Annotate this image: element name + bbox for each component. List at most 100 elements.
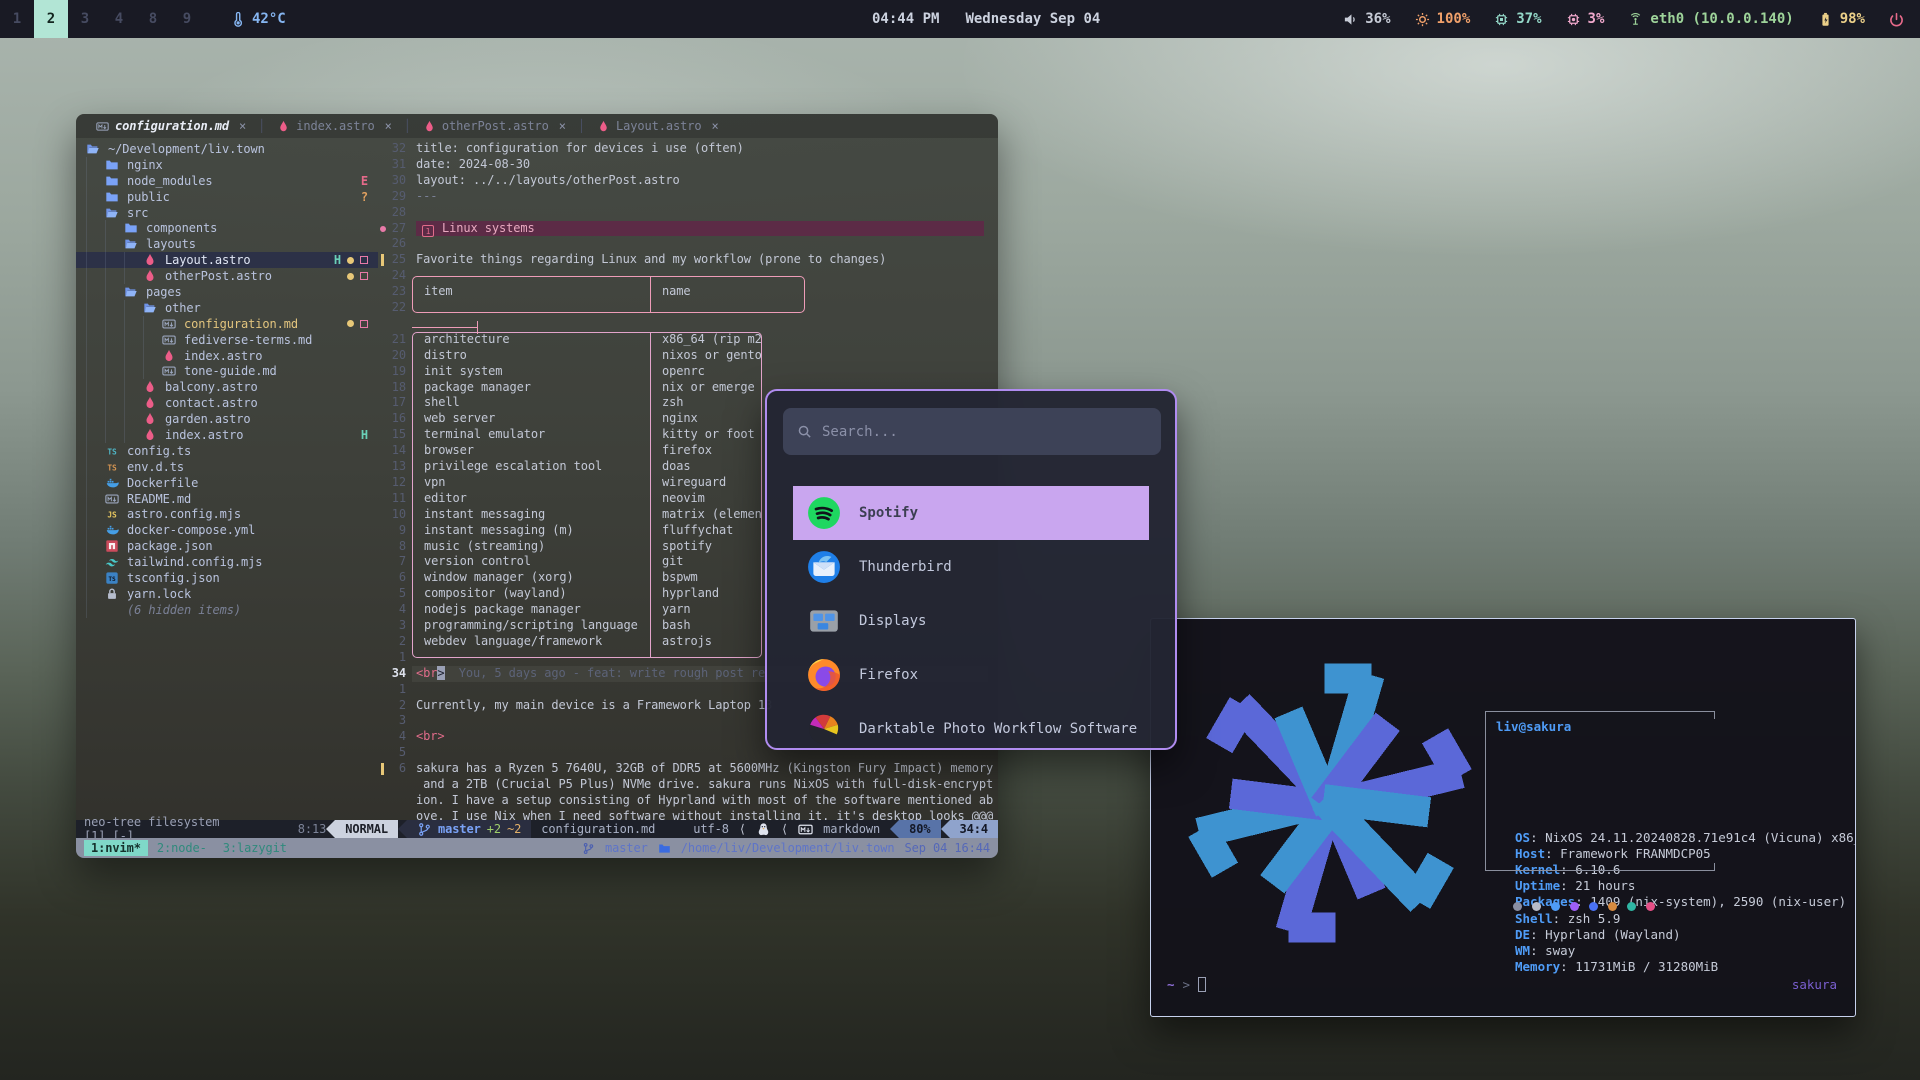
tree-item[interactable]: ~/Development/liv.town <box>76 141 378 157</box>
tree-item[interactable]: TSenv.d.ts <box>76 459 378 475</box>
workspace-8[interactable]: 8 <box>136 0 170 38</box>
line-text: ion. I have a setup consisting of Hyprla… <box>416 793 993 809</box>
tree-item[interactable]: yarn.lock <box>76 586 378 602</box>
workspace-9[interactable]: 9 <box>170 0 204 38</box>
fastfetch-terminal-window[interactable]: liv@sakura OS: NixOS 24.11.20240828.71e9… <box>1150 618 1856 1017</box>
tab-close-icon[interactable]: × <box>239 119 246 133</box>
editor-line[interactable]: 6sakura has a Ryzen 5 7640U, 32GB of DDR… <box>378 761 998 777</box>
tree-item[interactable]: index.astroH <box>76 427 378 443</box>
tab-Layout.astro[interactable]: Layout.astro× <box>587 114 729 138</box>
editor-line[interactable]: 31date: 2024-08-30 <box>378 157 998 173</box>
editor-line[interactable]: 23itemname <box>378 284 998 300</box>
battery-module[interactable]: 98% <box>1818 11 1865 27</box>
editor-line[interactable]: 25Favorite things regarding Linux and my… <box>378 252 998 268</box>
temperature-module[interactable]: 42°C <box>230 11 286 27</box>
editor-line[interactable]: ion. I have a setup consisting of Hyprla… <box>378 793 998 809</box>
modified-dot-icon <box>347 273 354 280</box>
launcher-search[interactable] <box>783 408 1161 455</box>
tab-otherPost.astro[interactable]: otherPost.astro× <box>413 114 576 138</box>
tree-item[interactable]: src <box>76 205 378 221</box>
tree-item[interactable]: pages <box>76 284 378 300</box>
gpu-module[interactable]: 3% <box>1566 11 1605 27</box>
tab-close-icon[interactable]: × <box>385 119 392 133</box>
tree-item[interactable]: tailwind.config.mjs <box>76 554 378 570</box>
editor-line[interactable]: 19init systemopenrc <box>378 364 998 380</box>
folder-open-icon <box>143 301 159 315</box>
tmux-window-1:nvim*[interactable]: 1:nvim* <box>84 840 148 856</box>
workspace-4[interactable]: 4 <box>102 0 136 38</box>
launcher-item-spotify[interactable]: Spotify <box>793 486 1149 540</box>
tree-item[interactable]: public? <box>76 189 378 205</box>
tree-item[interactable]: package.json <box>76 538 378 554</box>
editor-line[interactable]: 30layout: ../../layouts/otherPost.astro <box>378 173 998 189</box>
tree-item[interactable]: components <box>76 220 378 236</box>
buffer-tabbar[interactable]: configuration.md×│index.astro×│otherPost… <box>76 114 998 138</box>
editor-line[interactable]: 24 <box>378 268 998 284</box>
launcher-results[interactable]: SpotifyThunderbirdDisplaysFirefoxDarktab… <box>767 486 1175 748</box>
workspace-switcher[interactable]: 123489 <box>0 0 204 38</box>
brightness-module[interactable]: 100% <box>1415 11 1471 27</box>
battery-icon <box>1818 12 1833 27</box>
tree-item[interactable]: Layout.astroH <box>76 252 378 268</box>
editor-line[interactable]: ove. I use Nix when I need software with… <box>378 809 998 820</box>
tree-item[interactable]: README.md <box>76 491 378 507</box>
tree-item[interactable]: configuration.md <box>76 316 378 332</box>
network-module[interactable]: eth0 (10.0.0.140) <box>1628 11 1793 27</box>
line-number: 3 <box>378 618 406 634</box>
editor-line[interactable]: 32title: configuration for devices i use… <box>378 141 998 157</box>
tree-item[interactable]: other <box>76 300 378 316</box>
editor-line[interactable]: 22 <box>378 300 998 316</box>
editor-line[interactable]: 21architecturex86_64 (rip m2 pro) <box>378 332 998 348</box>
launcher-item-thunderbird[interactable]: Thunderbird <box>793 540 1149 594</box>
tree-item[interactable]: layouts <box>76 236 378 252</box>
launcher-item-firefox[interactable]: Firefox <box>793 648 1149 702</box>
tab-close-icon[interactable]: × <box>712 119 719 133</box>
editor-line[interactable] <box>378 316 998 332</box>
shell-prompt[interactable]: ~ > <box>1167 977 1206 992</box>
tree-item[interactable]: fediverse-terms.md <box>76 332 378 348</box>
tmux-statusbar[interactable]: 1:nvim*2:node-3:lazygit master /home/liv… <box>76 838 998 858</box>
tree-item[interactable]: garden.astro <box>76 411 378 427</box>
workspace-2[interactable]: 2 <box>34 0 68 38</box>
volume-module[interactable]: 36% <box>1343 11 1390 27</box>
editor-line[interactable]: 29--- <box>378 189 998 205</box>
editor-line[interactable]: 26 <box>378 236 998 252</box>
app-launcher[interactable]: SpotifyThunderbirdDisplaysFirefoxDarktab… <box>765 389 1177 750</box>
tree-item[interactable]: otherPost.astro <box>76 268 378 284</box>
tmux-window-3:lazygit[interactable]: 3:lazygit <box>216 840 294 856</box>
tree-item[interactable]: TSconfig.ts <box>76 443 378 459</box>
tab-index.astro[interactable]: index.astro× <box>267 114 402 138</box>
git-status-badges: ? <box>361 190 368 204</box>
indent-guide <box>124 379 143 395</box>
tree-item[interactable]: index.astro <box>76 348 378 364</box>
tree-item[interactable]: JSastro.config.mjs <box>76 506 378 522</box>
editor-line[interactable]: and a 2TB (Crucial P5 Plus) NVMe drive. … <box>378 777 998 793</box>
tmux-window-2:node-[interactable]: 2:node- <box>150 840 214 856</box>
workspace-3[interactable]: 3 <box>68 0 102 38</box>
launcher-item-darktable[interactable]: Darktable Photo Workflow Software <box>793 702 1149 748</box>
editor-line[interactable]: 271Linux systems <box>378 221 998 237</box>
editor-line[interactable]: 20distronixos or gentoo <box>378 348 998 364</box>
workspace-1[interactable]: 1 <box>0 0 34 38</box>
tree-item[interactable]: Dockerfile <box>76 475 378 491</box>
tab-configuration.md[interactable]: configuration.md× <box>86 114 256 138</box>
editor-line[interactable]: 28 <box>378 205 998 221</box>
neotree-file-explorer[interactable]: ~/Development/liv.townnginxnode_modulesE… <box>76 138 378 820</box>
tree-item[interactable]: (6 hidden items) <box>76 602 378 618</box>
module-value: 100% <box>1437 11 1471 27</box>
tree-item[interactable]: contact.astro <box>76 395 378 411</box>
tree-item[interactable]: balcony.astro <box>76 379 378 395</box>
launcher-item-displays[interactable]: Displays <box>793 594 1149 648</box>
tree-item[interactable]: node_modulesE <box>76 173 378 189</box>
tree-item[interactable]: docker-compose.yml <box>76 522 378 538</box>
power-module[interactable] <box>1889 12 1904 27</box>
tab-close-icon[interactable]: × <box>559 119 566 133</box>
search-input[interactable] <box>822 424 1147 440</box>
tree-item[interactable]: tone-guide.md <box>76 363 378 379</box>
terminal-cursor <box>1198 977 1206 992</box>
fetch-info-line: Memory: 11731MiB / 31280MiB <box>1515 959 1848 975</box>
cpu-module[interactable]: 37% <box>1494 11 1541 27</box>
indent-guide <box>105 363 124 379</box>
tree-item[interactable]: TStsconfig.json <box>76 570 378 586</box>
tree-item[interactable]: nginx <box>76 157 378 173</box>
